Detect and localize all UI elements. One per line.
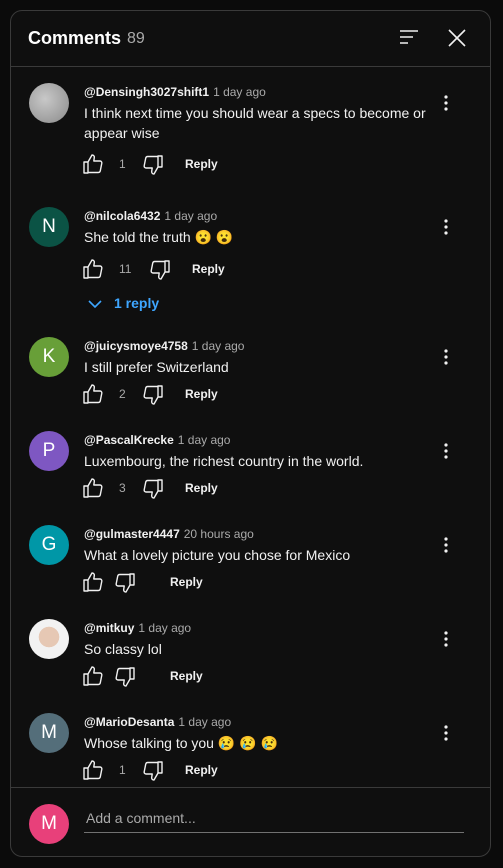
more-vert-icon[interactable]	[441, 217, 451, 237]
comment-actions: Reply	[81, 570, 331, 594]
replies-label: 1 reply	[114, 295, 160, 311]
comment-text: So classy lol	[84, 641, 162, 657]
comment-author[interactable]: @juicysmoye4758 1 day ago	[84, 339, 244, 353]
like-count: 3	[119, 481, 126, 495]
comment-author[interactable]: @gulmaster4447 20 hours ago	[84, 527, 254, 541]
reply-button[interactable]: Reply	[170, 575, 203, 589]
comment-time[interactable]: 1 day ago	[138, 621, 191, 635]
more-vert-icon[interactable]	[441, 723, 451, 743]
chevron-down-icon	[88, 300, 102, 309]
thumb-up-icon[interactable]	[81, 257, 105, 281]
comment-text: Luxembourg, the richest country in the w…	[84, 453, 364, 469]
thumb-up-icon[interactable]	[81, 664, 105, 688]
reply-button[interactable]: Reply	[185, 481, 218, 495]
close-icon[interactable]	[445, 26, 469, 50]
comment-actions: 1 Reply	[81, 152, 331, 176]
comment-text: She told the truth 😮 😮	[84, 229, 234, 245]
comment-time[interactable]: 1 day ago	[192, 339, 245, 353]
like-count: 11	[119, 262, 132, 276]
more-vert-icon[interactable]	[441, 535, 451, 555]
comment-actions: Reply	[81, 664, 331, 688]
avatar[interactable]	[29, 83, 69, 123]
comment-count: 89	[127, 30, 145, 47]
thumb-down-icon[interactable]	[113, 571, 137, 595]
thumb-down-icon[interactable]	[141, 383, 165, 407]
reply-button[interactable]: Reply	[170, 669, 203, 683]
reply-button[interactable]: Reply	[192, 262, 225, 276]
comment-text: I still prefer Switzerland	[84, 359, 229, 375]
panel-title: Comments	[28, 28, 122, 48]
thumb-down-icon[interactable]	[141, 153, 165, 177]
comment-text: What a lovely picture you chose for Mexi…	[84, 547, 351, 563]
avatar[interactable]	[29, 619, 69, 659]
avatar[interactable]: P	[29, 431, 69, 471]
avatar[interactable]: N	[29, 207, 69, 247]
reply-button[interactable]: Reply	[185, 157, 218, 171]
more-vert-icon[interactable]	[441, 629, 451, 649]
avatar[interactable]: M	[29, 713, 69, 753]
thumb-up-icon[interactable]	[81, 152, 105, 176]
thumb-down-icon[interactable]	[141, 759, 165, 783]
comment-actions: 11 Reply	[81, 257, 331, 281]
thumb-down-icon[interactable]	[113, 665, 137, 689]
thumb-up-icon[interactable]	[81, 758, 105, 782]
sort-icon[interactable]	[397, 26, 421, 50]
comment-time[interactable]: 1 day ago	[213, 85, 266, 99]
thumb-up-icon[interactable]	[81, 476, 105, 500]
comment-author[interactable]: @MarioDesanta 1 day ago	[84, 715, 231, 729]
panel-header: Comments 89	[11, 11, 490, 67]
comment-time[interactable]: 1 day ago	[164, 209, 217, 223]
comment-time[interactable]: 1 day ago	[178, 433, 231, 447]
thumb-down-icon[interactable]	[141, 477, 165, 501]
like-count: 1	[119, 157, 126, 171]
more-vert-icon[interactable]	[441, 93, 451, 113]
comment-text: Whose talking to you 😢 😢 😢	[84, 735, 278, 751]
avatar[interactable]: M	[29, 804, 69, 844]
add-comment-bar: M	[11, 787, 490, 856]
comments-panel: Comments 89 @Densingh3027shift1 1 day ago…	[10, 10, 491, 857]
like-count: 2	[119, 387, 126, 401]
avatar[interactable]: G	[29, 525, 69, 565]
comment-author[interactable]: @Densingh3027shift1 1 day ago	[84, 85, 266, 99]
comment-time[interactable]: 20 hours ago	[184, 527, 254, 541]
comment-author[interactable]: @PascalKrecke 1 day ago	[84, 433, 230, 447]
more-vert-icon[interactable]	[441, 347, 451, 367]
thumb-up-icon[interactable]	[81, 382, 105, 406]
comment-text: I think next time you should wear a spec…	[84, 105, 426, 141]
comment-actions: 3 Reply	[81, 476, 331, 500]
comment-time[interactable]: 1 day ago	[178, 715, 231, 729]
reply-button[interactable]: Reply	[185, 763, 218, 777]
avatar[interactable]: K	[29, 337, 69, 377]
like-count: 1	[119, 763, 126, 777]
comment-author[interactable]: @mitkuy 1 day ago	[84, 621, 191, 635]
thumb-up-icon[interactable]	[81, 570, 105, 594]
add-comment-input[interactable]	[84, 804, 464, 833]
comment-actions: 1 Reply	[81, 758, 331, 782]
more-vert-icon[interactable]	[441, 441, 451, 461]
thumb-down-icon[interactable]	[148, 258, 172, 282]
comment-actions: 2 Reply	[81, 382, 331, 406]
reply-button[interactable]: Reply	[185, 387, 218, 401]
comment-author[interactable]: @nilcola6432 1 day ago	[84, 209, 217, 223]
